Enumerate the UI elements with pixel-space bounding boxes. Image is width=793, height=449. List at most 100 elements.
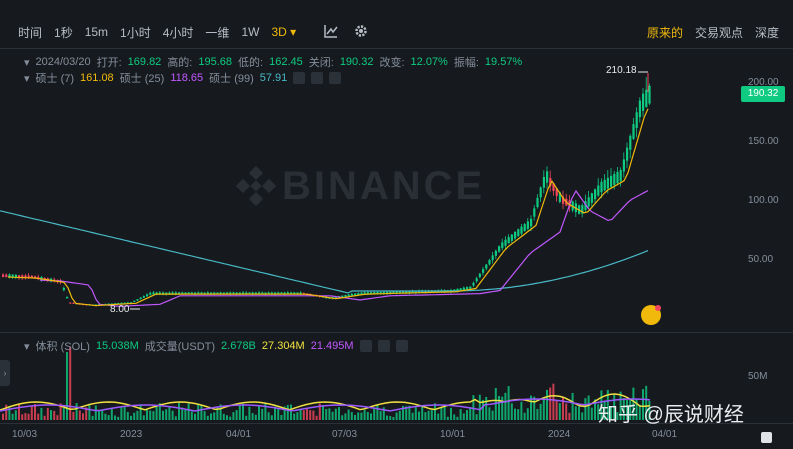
collapse-chevron-icon[interactable]: ▾ [24, 72, 30, 85]
visibility-eye-icon[interactable] [293, 72, 306, 84]
amplitude-value: 19.57% [484, 56, 523, 68]
volume-bar [69, 346, 72, 420]
ma99-label: 硕士 (99) [209, 73, 254, 85]
volume-bar [258, 405, 260, 420]
volume-bar [43, 415, 46, 420]
interval-1d[interactable]: 一维 [205, 24, 229, 41]
volume-bar [238, 404, 241, 420]
volume-bar [59, 403, 62, 420]
candle-body [363, 292, 366, 295]
volume-bar [533, 396, 536, 420]
collapse-chevron-icon[interactable]: ▾ [24, 56, 30, 69]
volume-bar [104, 413, 107, 420]
volume-bar [341, 415, 344, 420]
x-tick-7: 04/01 [652, 429, 678, 440]
candle-body [341, 295, 344, 298]
volume-bar [402, 405, 404, 420]
candle-body [638, 100, 641, 118]
volume-pane-divider [0, 332, 793, 333]
candle-body [254, 292, 257, 295]
volume-bar [328, 408, 331, 420]
current-price-tag: 190.32 [741, 86, 785, 102]
volume-bar [206, 415, 209, 420]
candle-body [267, 292, 270, 295]
candle-body [30, 275, 33, 279]
interval-1w[interactable]: 1W [241, 25, 259, 39]
volume-bar [46, 407, 49, 420]
volume-bar [197, 404, 200, 420]
settings-icon[interactable] [311, 72, 324, 84]
interval-time[interactable]: 时间 [18, 24, 42, 41]
candle-body [411, 291, 414, 294]
volume-bar [587, 395, 590, 420]
interval-3d[interactable]: 3D ▾ [271, 25, 296, 39]
candle-body [98, 304, 101, 306]
volume-bar [264, 403, 267, 420]
volume-bar [53, 410, 56, 420]
volume-bar [242, 403, 244, 420]
candle-body [312, 294, 315, 297]
candle-body [338, 296, 341, 298]
candle-body [197, 292, 200, 295]
tab-depth[interactable]: 深度 [755, 24, 779, 41]
candle-body [219, 292, 222, 295]
open-label: 打开: [96, 57, 122, 69]
notification-badge[interactable] [641, 305, 661, 325]
settings-icon[interactable] [377, 340, 390, 352]
candle-body [494, 250, 497, 256]
indicator-icon[interactable] [324, 24, 338, 41]
settings-gear-icon[interactable] [354, 24, 368, 41]
ohlc-info-row: ▾ 2024/03/20 打开: 169.82 高的: 195.68 低的: 162.… [24, 54, 528, 70]
candle-body [232, 292, 235, 295]
candle-body [542, 176, 545, 188]
candle-body [584, 201, 587, 211]
volume-bar [11, 413, 14, 420]
x-tick-2: 2023 [120, 429, 143, 440]
interval-1h[interactable]: 1小时 [120, 24, 151, 41]
volume-bar [203, 411, 206, 420]
view-tabs: 原来的 交易观点 深度 [635, 18, 779, 46]
candle-body [290, 292, 293, 295]
candle-body [514, 231, 517, 239]
candle-body [357, 292, 360, 295]
interval-1s[interactable]: 1秒 [54, 24, 73, 41]
ma25-value: 118.65 [170, 72, 204, 84]
close-icon[interactable] [395, 340, 408, 352]
visibility-eye-icon[interactable] [359, 340, 372, 352]
candle-body [27, 275, 30, 278]
candle-body [398, 291, 401, 294]
candle-body [613, 173, 616, 185]
volume-bar [315, 415, 318, 420]
close-icon[interactable] [329, 72, 342, 84]
collapse-chevron-icon[interactable]: ▾ [24, 340, 30, 353]
candle-body [229, 292, 232, 295]
volume-bar [232, 412, 235, 420]
tab-trading-view[interactable]: 交易观点 [695, 24, 743, 41]
interval-15m[interactable]: 15m [85, 25, 108, 39]
candle-body [382, 291, 385, 294]
y-tick-100: 100.00 [748, 195, 779, 206]
candle-body [178, 292, 181, 295]
candle-body [507, 237, 510, 244]
volume-ma-line-2 [0, 398, 651, 412]
candle-body [174, 292, 177, 295]
volume-bar [552, 383, 555, 420]
candle-body [309, 294, 312, 296]
interval-4h[interactable]: 4小时 [163, 24, 194, 41]
expand-panel-chevron-icon[interactable]: › [0, 360, 10, 386]
candle-body [187, 292, 190, 295]
volume-bar [40, 407, 43, 420]
candle-body [360, 292, 363, 295]
volume-bar [398, 410, 401, 420]
volume-bar [123, 406, 126, 420]
candle-body [587, 197, 590, 207]
candle-date: 2024/03/20 [35, 56, 91, 68]
candle-body [200, 292, 203, 295]
volume-bar [459, 409, 462, 420]
volume-bar [133, 412, 136, 420]
toolbar-divider [0, 48, 793, 49]
candle-body [533, 208, 536, 217]
candle-body [622, 159, 625, 172]
tab-original[interactable]: 原来的 [647, 24, 683, 41]
candle-body [536, 197, 539, 208]
